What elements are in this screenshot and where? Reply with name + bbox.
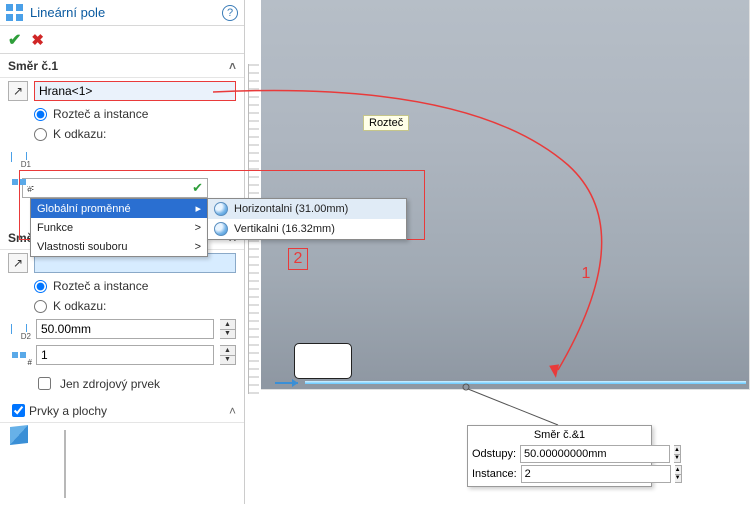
annotation-number-2: 2 bbox=[288, 248, 308, 270]
distance-d1-icon: D1 bbox=[8, 148, 30, 166]
direction-edge-input[interactable] bbox=[34, 81, 236, 101]
tooltip: Rozteč bbox=[363, 115, 409, 131]
flyout-instance-spinner[interactable]: ▲▼ bbox=[675, 465, 682, 483]
variable-dropdown[interactable]: Globální proměnné▸ Funkce> Vlastnosti so… bbox=[30, 198, 208, 257]
flyout-instance-input[interactable] bbox=[521, 465, 671, 483]
flyout-instance-label: Instance: bbox=[472, 468, 517, 480]
features-label: Prvky a plochy bbox=[29, 404, 107, 418]
annotation-arrow-head bbox=[549, 364, 561, 378]
radio-label: Rozteč a instance bbox=[53, 279, 148, 293]
variable-submenu[interactable]: Horizontalni (31.00mm) Vertikalni (16.32… bbox=[207, 198, 407, 240]
submenu-arrow-icon: > bbox=[195, 241, 201, 253]
chevron-up-icon: ˄ bbox=[229, 404, 236, 418]
source-only-row[interactable]: Jen zdrojový prvek bbox=[0, 368, 244, 399]
reverse-direction-button[interactable]: ↗ bbox=[8, 81, 28, 101]
source-only-label: Jen zdrojový prvek bbox=[60, 377, 160, 391]
globe-icon bbox=[214, 202, 228, 216]
submenu-vertical[interactable]: Vertikalni (16.32mm) bbox=[208, 219, 406, 239]
radio-label: K odkazu: bbox=[53, 127, 106, 141]
ok-button[interactable]: ✔ bbox=[8, 30, 21, 50]
distance-d2-icon: D2 bbox=[8, 320, 30, 338]
linear-pattern-icon bbox=[6, 4, 24, 22]
radio-reference[interactable]: K odkazu: bbox=[0, 124, 244, 144]
distance-row: D1 bbox=[0, 144, 244, 170]
submenu-arrow-icon: ▸ bbox=[195, 202, 201, 215]
radio-spacing-instances-2[interactable]: Rozteč a instance bbox=[0, 276, 244, 296]
distance2-row: D2 ▲▼ bbox=[0, 316, 244, 342]
axis-arrow-icon bbox=[272, 374, 302, 392]
flyout-instance-row: Instance: ▲▼ bbox=[468, 464, 651, 484]
cancel-button[interactable]: ✖ bbox=[31, 31, 44, 49]
part-outline-marker bbox=[294, 343, 352, 379]
count2-icon: # bbox=[8, 346, 30, 364]
confirm-bar: ✔ ✖ bbox=[0, 26, 244, 54]
submenu-arrow-icon: > bbox=[195, 222, 201, 234]
count2-spinner[interactable]: ▲▼ bbox=[220, 345, 236, 365]
dropdown-global-vars[interactable]: Globální proměnné▸ bbox=[31, 199, 207, 218]
dropdown-file-props[interactable]: Vlastnosti souboru> bbox=[31, 237, 207, 256]
source-only-checkbox[interactable] bbox=[38, 377, 51, 390]
panel-header: Lineární pole ? bbox=[0, 0, 244, 26]
help-icon[interactable]: ? bbox=[222, 5, 238, 21]
flyout-offset-label: Odstupy: bbox=[472, 448, 516, 460]
flyout-offset-spinner[interactable]: ▲▼ bbox=[674, 445, 681, 463]
section-label: Směr č.1 bbox=[8, 59, 58, 73]
panel-title: Lineární pole bbox=[30, 5, 222, 20]
features-listbox[interactable] bbox=[64, 430, 66, 498]
section-direction-1[interactable]: Směr č.1 ˄ bbox=[0, 54, 244, 78]
radio-label: Rozteč a instance bbox=[53, 107, 148, 121]
distance2-input[interactable] bbox=[36, 319, 214, 339]
dimension-flyout[interactable]: Směr č.&1 Odstupy: ▲▼ Instance: ▲▼ bbox=[467, 425, 652, 487]
count2-input[interactable] bbox=[36, 345, 214, 365]
radio-spacing-instances[interactable]: Rozteč a instance bbox=[0, 104, 244, 124]
feature-cube-icon bbox=[10, 425, 28, 445]
property-panel: Lineární pole ? ✔ ✖ Směr č.1 ˄ ↗ Rozteč … bbox=[0, 0, 245, 504]
radio-spacing[interactable] bbox=[34, 108, 47, 121]
direction-row: ↗ bbox=[0, 78, 244, 104]
chevron-up-icon: ˄ bbox=[229, 59, 236, 73]
flyout-title: Směr č.&1 bbox=[468, 428, 651, 444]
dropdown-functions[interactable]: Funkce> bbox=[31, 218, 207, 237]
radio-label: K odkazu: bbox=[53, 299, 106, 313]
annotation-number-1: 1 bbox=[576, 263, 596, 285]
radio-ref-2[interactable] bbox=[34, 300, 47, 313]
radio-spacing-2[interactable] bbox=[34, 280, 47, 293]
count2-row: # ▲▼ bbox=[0, 342, 244, 368]
distance2-spinner[interactable]: ▲▼ bbox=[220, 319, 236, 339]
reverse-direction-button[interactable]: ↗ bbox=[8, 253, 28, 273]
flyout-offset-input[interactable] bbox=[520, 445, 670, 463]
globe-icon bbox=[214, 222, 228, 236]
radio-ref[interactable] bbox=[34, 128, 47, 141]
radio-reference-2[interactable]: K odkazu: bbox=[0, 296, 244, 316]
section-features[interactable]: Prvky a plochy ˄ bbox=[0, 399, 244, 423]
flyout-offset-row: Odstupy: ▲▼ bbox=[468, 444, 651, 464]
submenu-horizontal[interactable]: Horizontalni (31.00mm) bbox=[208, 199, 406, 219]
features-row bbox=[0, 423, 244, 505]
features-checkbox[interactable] bbox=[12, 404, 25, 417]
